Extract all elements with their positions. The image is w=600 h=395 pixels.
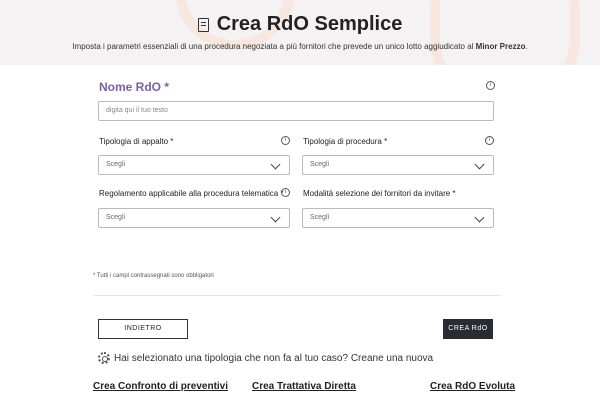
subtitle-text: Imposta i parametri essenziali di una pr…: [72, 42, 476, 51]
tipologia-procedura-label: Tipologia di procedura *: [303, 137, 388, 146]
info-icon[interactable]: i: [281, 136, 290, 145]
link-crea-rdo-evoluta[interactable]: Crea RdO Evoluta: [430, 381, 515, 392]
subtitle-end: .: [525, 42, 528, 51]
select-value: Scegli: [310, 161, 330, 168]
tipologia-procedura-select[interactable]: Scegli: [302, 155, 494, 175]
chevron-down-icon: [270, 212, 281, 223]
modalita-selezione-select[interactable]: Scegli: [302, 208, 494, 228]
page-title: Crea RdO Semplice: [216, 13, 403, 35]
link-crea-confronto[interactable]: Crea Confronto di preventivi: [93, 381, 228, 392]
chevron-down-icon: [474, 159, 485, 170]
back-button[interactable]: INDIETRO: [98, 319, 188, 339]
hint-row: Hai selezionato una tipologia che non fa…: [98, 352, 433, 364]
info-icon[interactable]: i: [485, 136, 494, 145]
regolamento-select[interactable]: Scegli: [98, 208, 290, 228]
info-icon[interactable]: i: [281, 188, 290, 197]
divider: [93, 295, 501, 296]
nome-rdo-input[interactable]: digita qui il tuo testo: [98, 101, 494, 121]
modalita-selezione-label: Modalità selezione dei fornitori da invi…: [303, 189, 456, 198]
chevron-down-icon: [270, 159, 281, 170]
document-icon: [197, 17, 209, 32]
required-note: * Tutti i campi contrassegnati sono obbl…: [93, 273, 214, 279]
link-crea-trattativa[interactable]: Crea Trattativa Diretta: [252, 381, 356, 392]
select-value: Scegli: [310, 214, 330, 221]
create-rdo-button[interactable]: CREA RdO: [443, 319, 493, 339]
hint-text: Hai selezionato una tipologia che non fa…: [114, 352, 434, 364]
select-value: Scegli: [106, 214, 126, 221]
page-header: Crea RdO Semplice Imposta i parametri es…: [0, 0, 600, 65]
tipologia-appalto-label: Tipologia di appalto *: [99, 137, 174, 146]
chevron-down-icon: [474, 212, 485, 223]
nome-rdo-label: Nome RdO *: [99, 80, 170, 94]
subtitle-bold: Minor Prezzo: [475, 42, 526, 51]
select-value: Scegli: [106, 161, 126, 168]
gear-icon: [98, 352, 110, 364]
page-subtitle: Imposta i parametri essenziali di una pr…: [0, 42, 600, 51]
regolamento-label: Regolamento applicabile alla procedura t…: [99, 189, 284, 198]
tipologia-appalto-select[interactable]: Scegli: [98, 155, 290, 175]
title-row: Crea RdO Semplice: [0, 13, 600, 36]
info-icon[interactable]: i: [486, 81, 495, 90]
